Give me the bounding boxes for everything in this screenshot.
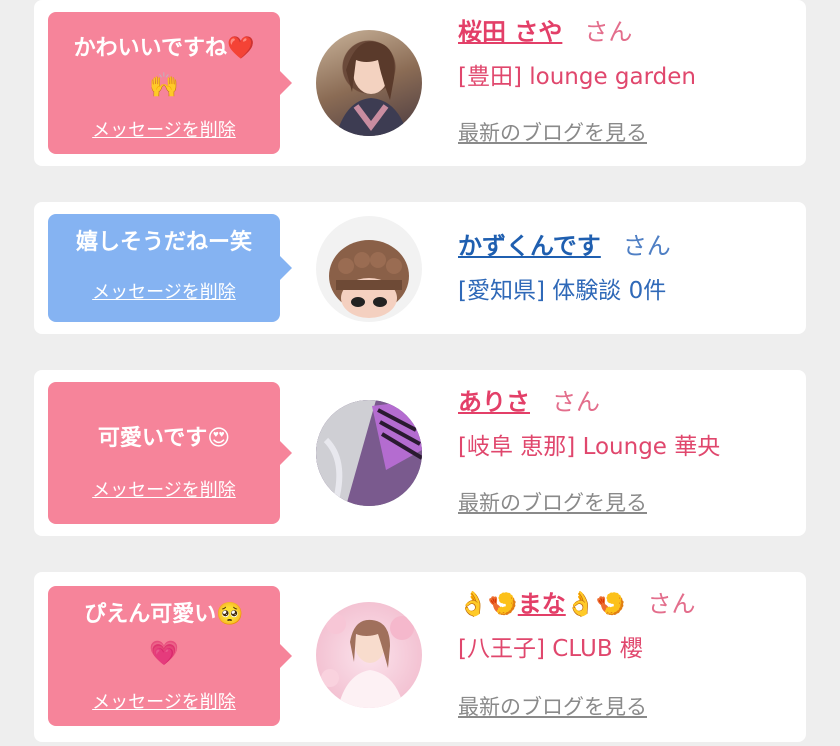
- view-latest-blog-link[interactable]: 最新のブログを見る: [458, 692, 647, 722]
- profile-name-link[interactable]: 👌🍤まな👌🍤: [458, 590, 626, 618]
- ok-hand-shrimp-emoji-icon: 👌🍤: [565, 590, 626, 618]
- message-text: かわいいですね❤️: [56, 30, 272, 68]
- view-latest-blog-link[interactable]: 最新のブログを見る: [458, 118, 647, 148]
- honorific: さん: [647, 590, 696, 618]
- profile-name-link[interactable]: かずくんです: [458, 232, 601, 260]
- honorific: さん: [552, 388, 600, 416]
- profile-name-link[interactable]: 桜田 さや: [458, 18, 562, 46]
- honorific: さん: [584, 18, 633, 46]
- delete-message-link[interactable]: メッセージを削除: [48, 118, 280, 144]
- view-latest-blog-link[interactable]: 最新のブログを見る: [458, 488, 647, 518]
- avatar-cartoon-icon: [329, 240, 409, 318]
- message-text: 嬉しそうだねー笑: [75, 230, 252, 255]
- message-card: かわいいですね❤️ 🙌 メッセージを削除 桜田 さや さん [豊田] lounge…: [34, 0, 806, 166]
- avatar-photo-icon: [336, 41, 408, 136]
- avatar[interactable]: [316, 30, 422, 136]
- message-bubble: 可愛いです😍 メッセージを削除: [48, 382, 292, 524]
- delete-message-link[interactable]: メッセージを削除: [48, 280, 280, 306]
- profile-name-link[interactable]: ありさ: [458, 388, 530, 416]
- shop-info: [豊田] lounge garden: [458, 64, 697, 90]
- message-list: かわいいですね❤️ 🙌 メッセージを削除 桜田 さや さん [豊田] lounge…: [0, 0, 840, 746]
- avatar[interactable]: [316, 400, 422, 506]
- avatar-photo-icon: [321, 614, 414, 708]
- avatar[interactable]: [316, 216, 422, 322]
- avatar-photo-icon: [316, 400, 422, 506]
- heart-emoji-icon: ❤️: [226, 36, 255, 61]
- message-bubble: ぴえん可愛い🥺 💗 メッセージを削除: [48, 586, 292, 726]
- message-bubble: 嬉しそうだねー笑 メッセージを削除: [48, 214, 292, 322]
- message-bubble: かわいいですね❤️ 🙌 メッセージを削除: [48, 12, 292, 154]
- shop-info: [愛知県] 体験談 0件: [458, 278, 667, 304]
- ok-hand-shrimp-emoji-icon: 👌🍤: [458, 590, 518, 618]
- raised-hands-emoji-icon: 🙌: [149, 71, 179, 99]
- avatar[interactable]: [316, 602, 422, 708]
- message-card: 可愛いです😍 メッセージを削除 ありさ さん [岐阜 恵那] Lounge 華央…: [34, 370, 806, 536]
- shop-info: [八王子] CLUB 櫻: [458, 636, 643, 662]
- message-text: 可愛いです😍: [56, 420, 272, 458]
- heart-eyes-emoji-icon: 😍: [207, 426, 231, 451]
- message-card: 嬉しそうだねー笑 メッセージを削除 かずくんです さん [愛知県] 体験談 0件: [34, 202, 806, 334]
- message-card: ぴえん可愛い🥺 💗 メッセージを削除 👌🍤まな👌🍤 さん [八王子] CLUB 櫻…: [34, 572, 806, 742]
- delete-message-link[interactable]: メッセージを削除: [48, 478, 280, 504]
- shop-info: [岐阜 恵那] Lounge 華央: [458, 434, 721, 460]
- delete-message-link[interactable]: メッセージを削除: [48, 690, 280, 716]
- message-text: ぴえん可愛い🥺: [56, 596, 272, 634]
- pleading-face-emoji-icon: 🥺: [216, 602, 244, 627]
- honorific: さん: [622, 232, 671, 260]
- growing-heart-emoji-icon: 💗: [149, 639, 179, 667]
